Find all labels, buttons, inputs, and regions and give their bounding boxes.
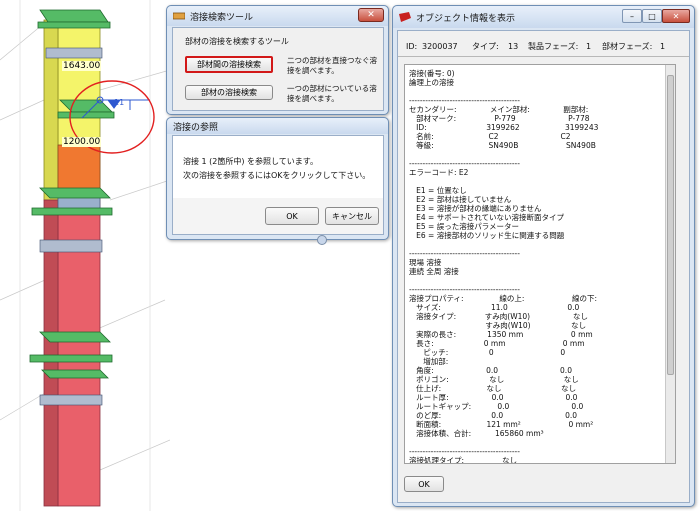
vertical-scrollbar[interactable] [665,65,675,463]
info-line: 増加部: [409,357,449,366]
info-line: 等級: SN490B SN490B [409,141,596,150]
close-icon[interactable]: ✕ [358,8,384,22]
weld-reference-dialog: 溶接の参照 溶接 1 (2箇所中) を参照しています。 次の溶接を参照するにはO… [166,117,389,245]
between-members-desc-2: 接を調べます。 [287,66,339,75]
info-line: ----------------------------------------… [409,285,520,294]
info-line: 仕上げ: なし なし [409,384,577,393]
info-line: 連続 全周 溶接 [409,267,459,276]
minimize-icon[interactable]: – [622,9,642,23]
maximize-icon[interactable]: □ [642,9,662,23]
info-line: ID: 3199262 3199243 [409,123,599,132]
info-ok-button[interactable]: OK [404,476,444,492]
info-line: 溶接処理タイプ: なし [409,456,518,464]
info-line: ピッチ: 0 0 [409,348,566,357]
info-line: 溶接プロパティ: 線の上: 線の下: [409,294,598,303]
info-line: ルート厚: 0.0 0.0 [409,393,578,402]
reference-message-line1: 溶接 1 (2箇所中) を参照しています。 [183,157,319,166]
info-line: E6 = 溶接部材のソリッド生に関連する問題 [409,231,565,240]
model-viewport[interactable]: 1643.00 1200.00 11 [0,0,170,511]
info-line: ----------------------------------------… [409,249,520,258]
id-label: ID: [406,42,418,51]
object-info-window: オブジェクト情報を表示 – □ ✕ ID: 3200037 タイプ: 13 製品… [392,5,695,507]
resize-grip-icon[interactable] [317,235,327,245]
id-value: 3200037 [422,42,458,51]
info-line: 溶接(番号: 0) [409,69,455,78]
object-info-text-area[interactable]: 溶接(番号: 0) 論理上の溶接 -------------------------… [404,64,676,464]
info-line: ----------------------------------------… [409,159,520,168]
info-line: セカンダリー: メイン部材: 副部材: [409,105,589,114]
object-info-title: オブジェクト情報を表示 [416,13,516,24]
type-label: タイプ: [472,42,499,51]
dimension-label-middle: 1200.00 [62,137,102,147]
info-line: ポリゴン: なし なし [409,375,579,384]
info-line: ----------------------------------------… [409,447,520,456]
weld-tool-app-icon [173,12,185,20]
scrollbar-thumb[interactable] [667,75,674,375]
object-info-body: ID: 3200037 タイプ: 13 製品フェーズ: 1 部材フェーズ: 1 … [397,30,690,503]
weld-search-title: 溶接検索ツール [190,12,254,23]
cancel-button[interactable]: キャンセル [325,207,379,225]
product-phase-value: 1 [586,42,592,51]
info-line: E4 = サポートされていない溶接断面タイプ [409,213,564,222]
info-line: 溶接タイプ: すみ肉(W10) なし [409,312,589,321]
info-line: すみ肉(W10) なし [409,321,587,330]
dimension-label-top: 1643.00 [62,61,102,71]
weld-reference-title: 溶接の参照 [173,122,219,133]
header-divider [398,56,689,57]
object-info-app-icon [399,12,411,22]
info-line: ----------------------------------------… [409,96,520,105]
member-welds-desc-2: 接を調べます。 [287,94,339,103]
search-between-members-button[interactable]: 部材間の溶接検索 [185,56,273,73]
info-line: 溶接体積、合計: 165860 mm³ [409,429,544,438]
search-group-label: 部材の溶接を検索するツール [185,37,289,46]
info-line: ルートギャップ: 0.0 0.0 [409,402,584,411]
column-model-drawing [0,0,170,511]
info-line: 実際の長さ: 1350 mm 0 mm [409,330,593,339]
weld-search-titlebar[interactable]: 溶接検索ツール [167,6,388,26]
info-line: エラーコード: E2 [409,168,469,177]
info-line: 名前: C2 C2 [409,132,571,141]
info-line: 現場 溶接 [409,258,442,267]
weld-reference-body: 溶接 1 (2箇所中) を参照しています。 次の溶接を参照するにはOKをクリック… [172,135,384,235]
info-line: のど厚: 0.0 0.0 [409,411,578,420]
between-members-desc-1: 二つの部材を直接つなぐ溶 [287,56,377,65]
info-line: E3 = 溶接が部材の縁端にありません [409,204,542,213]
info-line: E2 = 部材は接していません [409,195,512,204]
search-member-welds-button[interactable]: 部材の溶接検索 [185,85,273,100]
ok-button[interactable]: OK [265,207,319,225]
member-phase-value: 1 [660,42,666,51]
product-phase-label: 製品フェーズ: [528,42,579,51]
info-line: サイズ: 11.0 0.0 [409,303,580,312]
member-welds-desc-1: 一つの部材についている溶 [287,84,377,93]
weld-reference-titlebar[interactable]: 溶接の参照 [167,118,388,134]
close-icon[interactable]: ✕ [662,9,690,23]
info-line: 角度: 0.0 0.0 [409,366,572,375]
info-line: 論理上の溶接 [409,78,454,87]
info-line: E5 = 誤った溶接パラメーター [409,222,519,231]
weld-size-mark: 11 [114,98,125,107]
info-line: E1 = 位置なし [409,186,467,195]
reference-message-line2: 次の溶接を参照するにはOKをクリックして下さい。 [183,171,371,180]
type-value: 13 [508,42,519,51]
info-line: 長さ: 0 mm 0 mm [409,339,585,348]
weld-search-body: 部材の溶接を検索するツール 部材間の溶接検索 二つの部材を直接つなぐ溶 接を調べ… [172,27,384,111]
info-line: 部材マーク: P-779 P-778 [409,114,590,123]
message-area [173,136,383,198]
info-line: 断面積: 121 mm² 0 mm² [409,420,594,429]
member-phase-label: 部材フェーズ: [602,42,653,51]
weld-search-tool-window: 溶接検索ツール ✕ 部材の溶接を検索するツール 部材間の溶接検索 二つの部材を直… [166,5,389,115]
